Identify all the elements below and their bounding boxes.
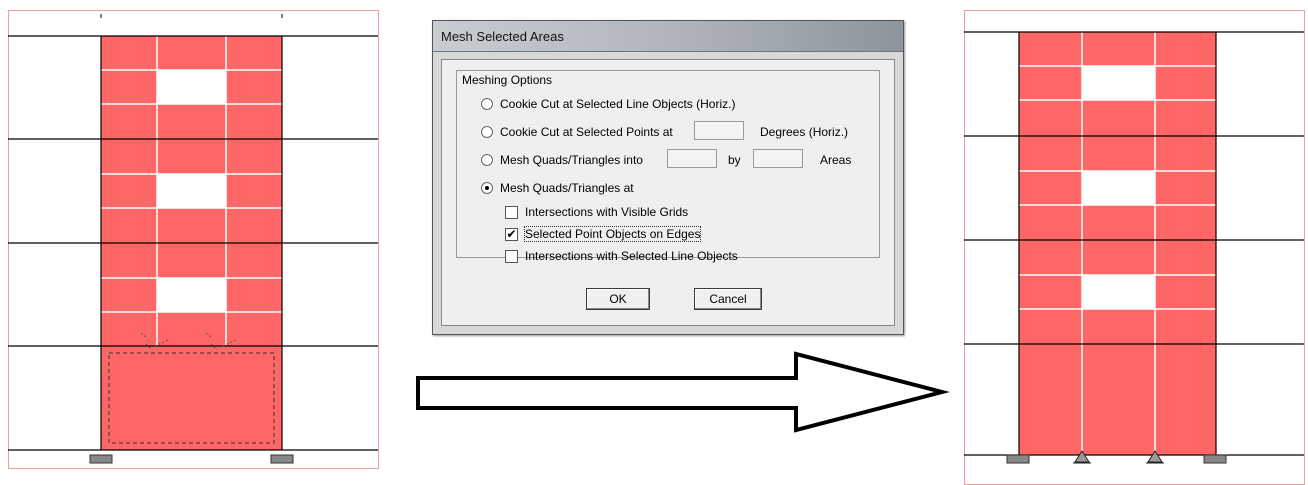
fixed-support-icon[interactable] [270,454,294,464]
label-by: by [728,153,741,167]
opening [1082,171,1155,205]
meshing-options-label: Meshing Options [460,73,555,87]
ok-button[interactable]: OK [586,288,650,310]
label-visible-grids[interactable]: Intersections with Visible Grids [525,205,688,219]
opening [157,174,226,208]
radio-cookie-cut-line[interactable] [481,98,493,110]
mesh-selected-areas-dialog[interactable]: Mesh Selected Areas Meshing Options Cook… [432,20,904,335]
transformation-arrow [416,351,950,433]
dialog-title: Mesh Selected Areas [441,29,564,44]
label-line-objects[interactable]: Intersections with Selected Line Objects [525,249,738,263]
checkbox-point-objects[interactable]: ✔ [505,228,518,241]
model-view-before[interactable] [0,0,385,470]
opening [157,70,226,104]
right-arrow-icon [416,351,950,433]
radio-mesh-into[interactable] [481,154,493,166]
dialog-titlebar[interactable]: Mesh Selected Areas [433,21,903,52]
fixed-support-icon[interactable] [89,454,113,464]
opening [1082,66,1155,100]
label-degrees-unit: Degrees (Horiz.) [760,125,849,139]
model-view-after[interactable] [955,0,1308,485]
opening [157,278,226,312]
label-areas-unit: Areas [820,153,852,167]
mesh-x-input[interactable] [667,149,717,168]
fixed-support-icon[interactable] [1006,454,1030,464]
label-mesh-into[interactable]: Mesh Quads/Triangles into [500,153,643,167]
checkbox-line-objects[interactable] [505,250,518,263]
opening [1082,275,1155,309]
label-point-objects[interactable]: Selected Point Objects on Edges [523,226,702,242]
label-mesh-at[interactable]: Mesh Quads/Triangles at [500,181,634,195]
degrees-input[interactable] [694,121,744,140]
mesh-y-input[interactable] [753,149,803,168]
fixed-support-icon[interactable] [1203,454,1227,464]
label-cookie-cut-line[interactable]: Cookie Cut at Selected Line Objects (Hor… [500,97,735,111]
label-cookie-cut-points[interactable]: Cookie Cut at Selected Points at [500,125,673,139]
radio-mesh-at[interactable] [481,182,493,194]
radio-cookie-cut-points[interactable] [481,126,493,138]
cancel-button[interactable]: Cancel [694,288,762,310]
dialog-body: Meshing Options Cookie Cut at Selected L… [441,59,895,326]
checkbox-visible-grids[interactable] [505,206,518,219]
